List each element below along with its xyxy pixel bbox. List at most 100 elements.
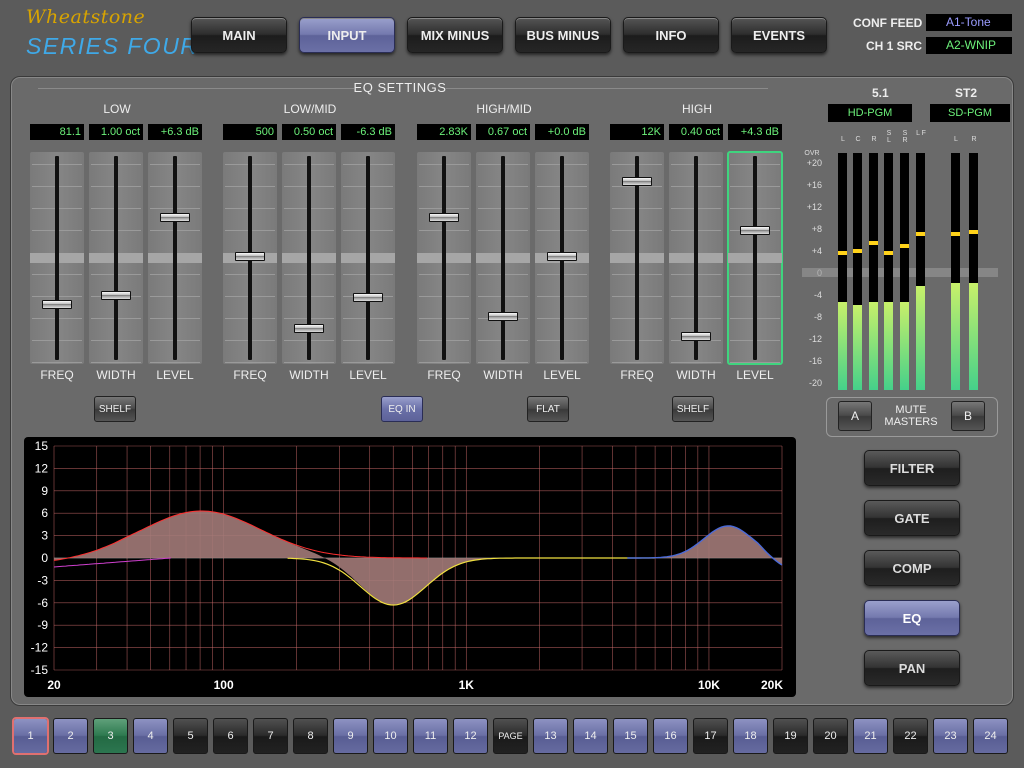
channel-button-21[interactable]: 21	[853, 718, 888, 754]
channel-button-2[interactable]: 2	[53, 718, 88, 754]
fader-low-mid-width[interactable]	[282, 152, 336, 364]
tab-main[interactable]: MAIN	[191, 17, 287, 53]
fader-knob[interactable]	[294, 323, 324, 333]
fader-slot	[366, 156, 370, 360]
channel-button-11[interactable]: 11	[413, 718, 448, 754]
ch-src-value[interactable]: A2-WNIP	[926, 37, 1012, 54]
channel-button-1[interactable]: 1	[12, 717, 49, 755]
fader-label: FREQ	[620, 368, 654, 382]
meter-level	[951, 283, 960, 390]
y-tick-label: -3	[37, 573, 48, 587]
fader-high-width[interactable]	[669, 152, 723, 364]
channel-button-12[interactable]: 12	[453, 718, 488, 754]
fader-low-freq[interactable]	[30, 152, 84, 364]
fader-high-freq[interactable]	[610, 152, 664, 364]
band-name-low-mid: LOW/MID	[283, 102, 337, 116]
fader-knob[interactable]	[101, 290, 131, 300]
fader-low-level[interactable]	[148, 152, 202, 364]
channel-button-6[interactable]: 6	[213, 718, 248, 754]
channel-button-8[interactable]: 8	[293, 718, 328, 754]
x-tick-label: 20	[47, 678, 61, 692]
y-tick-label: 15	[35, 439, 49, 453]
fader-knob[interactable]	[429, 212, 459, 222]
channel-button-15[interactable]: 15	[613, 718, 648, 754]
meter-db-label: +16	[806, 180, 822, 190]
channel-button-22[interactable]: 22	[893, 718, 928, 754]
meter-source1[interactable]: HD-PGM	[828, 104, 912, 122]
fader-high-mid-level[interactable]	[535, 152, 589, 364]
channel-button-18[interactable]: 18	[733, 718, 768, 754]
fader-high-mid-width[interactable]	[476, 152, 530, 364]
band-button-low[interactable]: SHELF	[94, 396, 136, 422]
channel-button-10[interactable]: 10	[373, 718, 408, 754]
fader-knob[interactable]	[740, 226, 770, 236]
meter-db-label: -4	[813, 290, 822, 300]
band-button-low-mid[interactable]: EQ IN	[381, 396, 423, 422]
gate-button[interactable]: GATE	[864, 500, 960, 536]
fader-tick	[32, 362, 82, 363]
meter-level	[900, 302, 909, 390]
channel-button-7[interactable]: 7	[253, 718, 288, 754]
channel-button-24[interactable]: 24	[973, 718, 1008, 754]
fader-label: FREQ	[427, 368, 461, 382]
meter-level	[853, 304, 862, 390]
tab-input[interactable]: INPUT	[299, 17, 395, 53]
band-button-high-mid[interactable]: FLAT	[527, 396, 569, 422]
channel-button-16[interactable]: 16	[653, 718, 688, 754]
fader-knob[interactable]	[622, 177, 652, 187]
channel-button-13[interactable]: 13	[533, 718, 568, 754]
channel-button-5[interactable]: 5	[173, 718, 208, 754]
readout-low-mid-level: -6.3 dB	[341, 124, 395, 140]
meter-db-label: +4	[811, 246, 822, 256]
fader-tick	[343, 362, 393, 363]
fader-label: WIDTH	[96, 368, 136, 382]
meter-source2[interactable]: SD-PGM	[930, 104, 1010, 122]
fader-label: LEVEL	[156, 368, 194, 382]
y-tick-label: 3	[41, 529, 48, 543]
channel-button-17[interactable]: 17	[693, 718, 728, 754]
tab-info[interactable]: INFO	[623, 17, 719, 53]
channel-button-19[interactable]: 19	[773, 718, 808, 754]
page-button[interactable]: PAGE	[493, 718, 528, 754]
y-tick-label: 0	[41, 551, 48, 565]
fader-low-mid-freq[interactable]	[223, 152, 277, 364]
pan-button[interactable]: PAN	[864, 650, 960, 686]
meter-channel-label: C	[855, 136, 861, 143]
conf-feed-value[interactable]: A1-Tone	[926, 14, 1012, 31]
fader-knob[interactable]	[681, 331, 711, 341]
fader-knob[interactable]	[42, 300, 72, 310]
fader-high-level[interactable]	[727, 151, 783, 365]
channel-button-23[interactable]: 23	[933, 718, 968, 754]
channel-button-3[interactable]: 3	[93, 718, 128, 754]
y-tick-label: -9	[37, 618, 48, 632]
tab-mix-minus[interactable]: MIX MINUS	[407, 17, 503, 53]
readout-high-mid-level: +0.0 dB	[535, 124, 589, 140]
meter-channel-label: S R	[902, 130, 908, 144]
fader-knob[interactable]	[235, 251, 265, 261]
tab-bus-minus[interactable]: BUS MINUS	[515, 17, 611, 53]
band-button-high[interactable]: SHELF	[672, 396, 714, 422]
fader-knob[interactable]	[547, 251, 577, 261]
comp-button[interactable]: COMP	[864, 550, 960, 586]
filter-button[interactable]: FILTER	[864, 450, 960, 486]
y-tick-label: -15	[31, 663, 49, 677]
channel-button-4[interactable]: 4	[133, 718, 168, 754]
fader-low-mid-level[interactable]	[341, 152, 395, 364]
tab-events[interactable]: EVENTS	[731, 17, 827, 53]
meter-level	[869, 302, 878, 390]
fader-high-mid-freq[interactable]	[417, 152, 471, 364]
mute-a-button[interactable]: A	[838, 401, 872, 431]
channel-button-20[interactable]: 20	[813, 718, 848, 754]
meter-channel-label: L	[841, 136, 845, 143]
fader-low-width[interactable]	[89, 152, 143, 364]
channel-button-14[interactable]: 14	[573, 718, 608, 754]
mute-b-button[interactable]: B	[951, 401, 985, 431]
fader-tick	[91, 362, 141, 363]
eq-settings-title: EQ SETTINGS	[353, 80, 447, 95]
readout-high-width: 0.40 oct	[669, 124, 723, 140]
channel-button-9[interactable]: 9	[333, 718, 368, 754]
fader-knob[interactable]	[353, 292, 383, 302]
eq-button[interactable]: EQ	[864, 600, 960, 636]
fader-knob[interactable]	[488, 312, 518, 321]
fader-knob[interactable]	[160, 212, 190, 222]
